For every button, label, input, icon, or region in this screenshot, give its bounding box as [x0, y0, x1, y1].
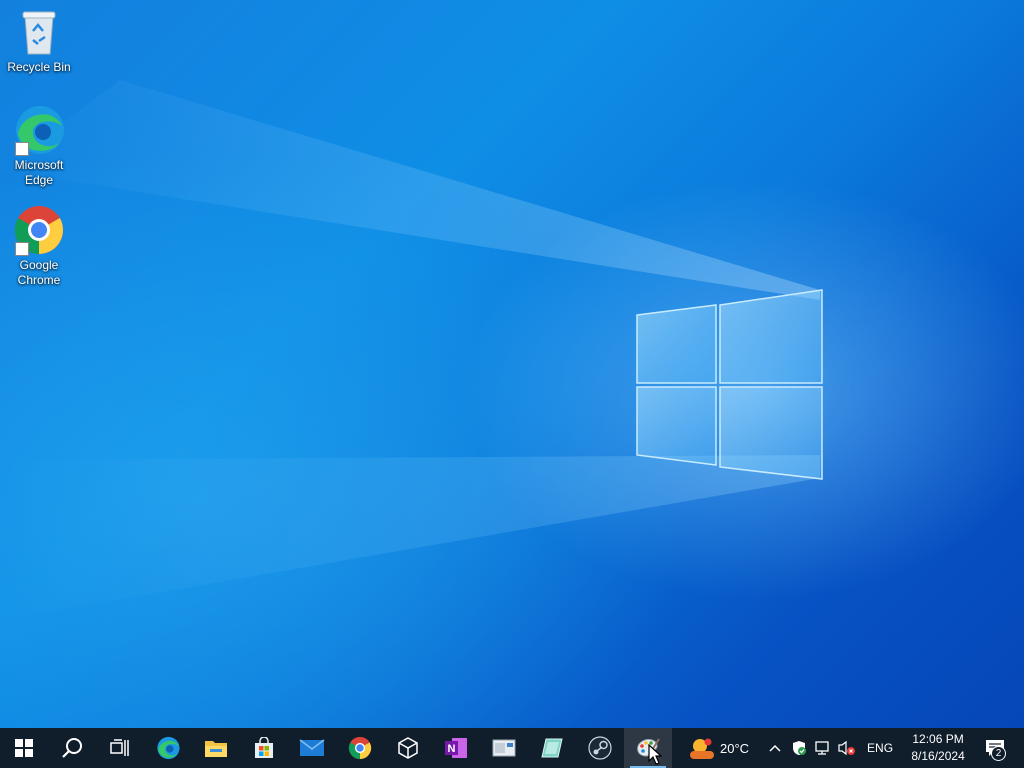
svg-text:N: N: [448, 743, 456, 755]
system-tray: ENG 12:06 PM 8/16/2024 2: [763, 728, 1015, 768]
chrome-icon: [348, 736, 372, 760]
edge-icon: [13, 104, 65, 156]
desktop-icon-label: Google Chrome: [17, 258, 61, 287]
task-view-icon: [110, 739, 129, 756]
clock[interactable]: 12:06 PM 8/16/2024: [901, 731, 975, 765]
weather-sun-cloud-icon: [690, 738, 714, 759]
chevron-up-icon: [769, 744, 781, 752]
notification-count-badge: 2: [991, 746, 1007, 761]
taskbar-microsoft-store[interactable]: [240, 728, 288, 768]
steam-icon: [588, 736, 612, 760]
network-icon: [815, 741, 829, 755]
clock-date: 8/16/2024: [911, 749, 965, 763]
taskbar-app-window[interactable]: [480, 728, 528, 768]
recycle-bin-icon: [13, 6, 65, 58]
taskbar-google-chrome[interactable]: [336, 728, 384, 768]
windows-logo-wallpaper: [636, 289, 823, 480]
window-app-icon: [492, 739, 516, 757]
show-hidden-icons-button[interactable]: [763, 728, 787, 768]
folder-icon: [205, 741, 227, 757]
tray-network[interactable]: [811, 728, 835, 768]
volume-muted-icon: [838, 740, 856, 756]
tilted-card-icon: [541, 738, 563, 758]
taskbar-mail[interactable]: [288, 728, 336, 768]
mouse-cursor-icon: [648, 744, 662, 765]
shortcut-arrow-icon: [15, 242, 29, 256]
desktop-icon-google-chrome[interactable]: Google Chrome: [2, 204, 76, 288]
chrome-icon: [13, 204, 65, 256]
cube-icon: [398, 737, 418, 759]
store-icon: [255, 737, 273, 758]
search-icon: [62, 738, 82, 758]
input-language[interactable]: ENG: [859, 741, 901, 755]
task-view-button[interactable]: [96, 728, 144, 768]
weather-widget[interactable]: 20°C: [672, 728, 757, 768]
desktop-icon-label: Recycle Bin: [7, 60, 71, 74]
search-button[interactable]: [48, 728, 96, 768]
desktop-icon-recycle-bin[interactable]: Recycle Bin: [2, 6, 76, 75]
weather-temperature: 20°C: [720, 740, 750, 756]
mail-icon: [299, 739, 325, 756]
start-button[interactable]: [0, 728, 48, 768]
windows-start-icon: [15, 739, 33, 757]
wallpaper-light-beams: [0, 80, 820, 620]
security-shield-icon: [793, 741, 807, 755]
edge-icon: [157, 736, 180, 760]
desktop-icon-microsoft-edge[interactable]: Microsoft Edge: [2, 104, 76, 188]
desktop: Recycle Bin Microsoft Edge Google Chrome: [0, 0, 1024, 728]
taskbar-onenote[interactable]: N: [432, 728, 480, 768]
onenote-icon: N: [445, 738, 467, 758]
taskbar-file-explorer[interactable]: [192, 728, 240, 768]
tray-volume[interactable]: [835, 728, 859, 768]
taskbar-steam[interactable]: [576, 728, 624, 768]
desktop-icon-label: Microsoft Edge: [14, 158, 64, 187]
clock-time: 12:06 PM: [912, 732, 964, 746]
action-center-button[interactable]: 2: [975, 728, 1015, 768]
taskbar: N 20°C ENG 12:06 PM 8/16/2024 2: [0, 728, 1024, 768]
taskbar-3d-viewer[interactable]: [384, 728, 432, 768]
taskbar-edge[interactable]: [144, 728, 192, 768]
tray-security[interactable]: [787, 728, 811, 768]
taskbar-app-card[interactable]: [528, 728, 576, 768]
shortcut-arrow-icon: [15, 142, 29, 156]
